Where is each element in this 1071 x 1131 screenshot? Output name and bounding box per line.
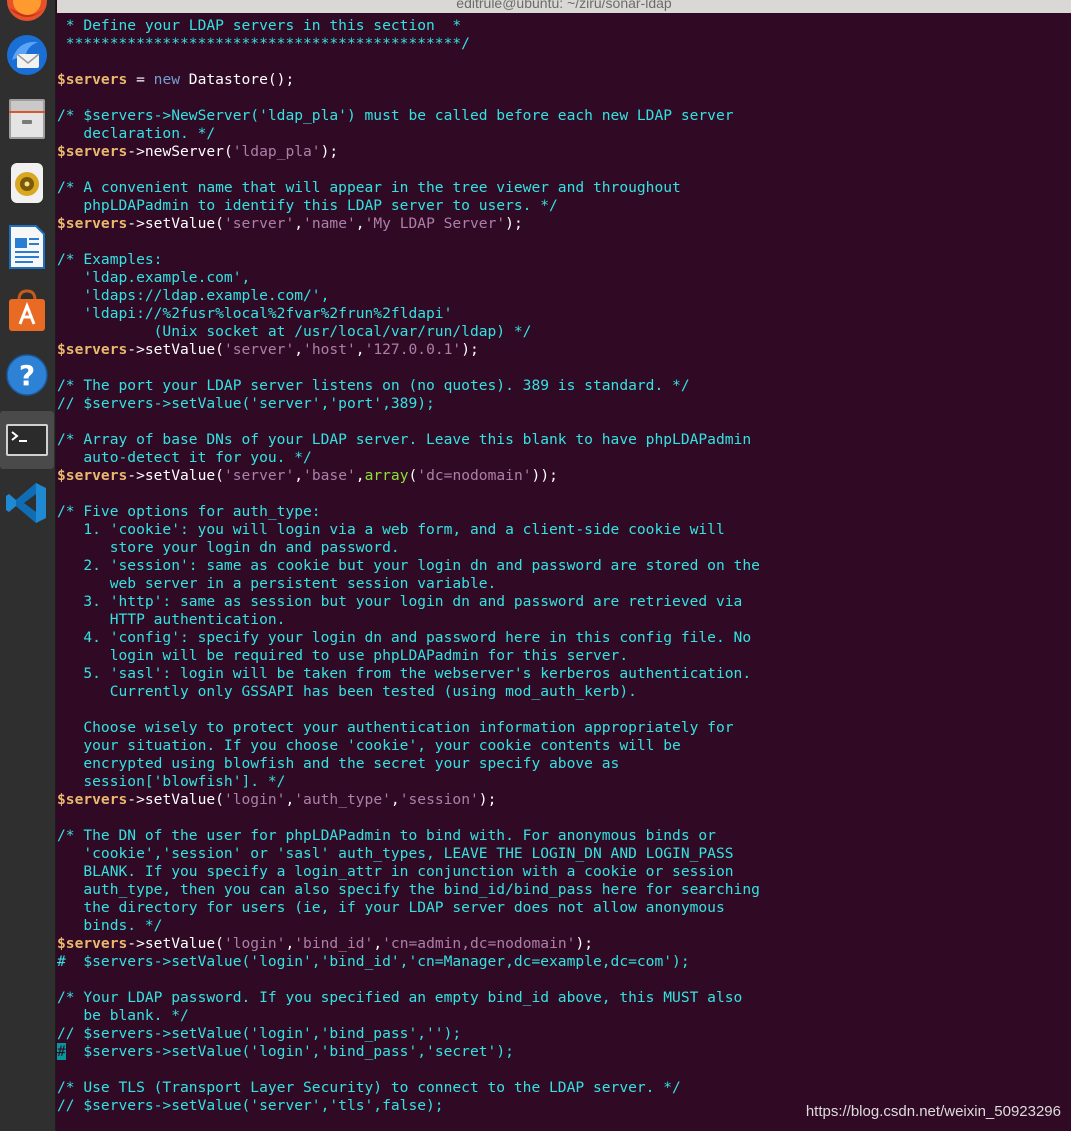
- code-line: $servers->setValue('server','name','My L…: [57, 215, 523, 232]
- code-line: /* The port your LDAP server listens on …: [57, 377, 690, 394]
- terminal-editor[interactable]: * Define your LDAP servers in this secti…: [57, 13, 1071, 1131]
- code-line: /* Five options for auth_type:: [57, 503, 321, 520]
- code-line: session['blowfish']. */: [57, 773, 286, 790]
- code-line: declaration. */: [57, 125, 216, 142]
- code-view: * Define your LDAP servers in this secti…: [57, 17, 760, 1115]
- code-line: $servers->setValue('login','auth_type','…: [57, 791, 497, 808]
- code-line: // $servers->setValue('server','tls',fal…: [57, 1097, 444, 1114]
- code-line: Choose wisely to protect your authentica…: [57, 719, 734, 736]
- code-line: /* Examples:: [57, 251, 163, 268]
- code-line: 3. 'http': same as session but your logi…: [57, 593, 743, 610]
- code-line: store your login dn and password.: [57, 539, 400, 556]
- code-line: $servers->setValue('server','base',array…: [57, 467, 558, 484]
- code-line: web server in a persistent session varia…: [57, 575, 497, 592]
- code-line: ****************************************…: [57, 35, 470, 52]
- files-icon[interactable]: [2, 94, 52, 144]
- code-line: * Define your LDAP servers in this secti…: [57, 17, 462, 34]
- code-line: /* Array of base DNs of your LDAP server…: [57, 431, 752, 448]
- text-cursor: #: [57, 1043, 66, 1060]
- code-line: 'ldaps://ldap.example.com/',: [57, 287, 330, 304]
- code-line: // $servers->setValue('server','port',38…: [57, 395, 435, 412]
- window-titlebar[interactable]: editrule@ubuntu: ~/ziru/sonar-ldap: [57, 0, 1071, 13]
- code-line: // $servers->setValue('login','bind_pass…: [57, 1025, 462, 1042]
- launcher-dock: ?: [0, 0, 56, 1131]
- code-line: 'ldapi://%2fusr%local%2fvar%2frun%2fldap…: [57, 305, 453, 322]
- code-line: (Unix socket at /usr/local/var/run/ldap)…: [57, 323, 532, 340]
- code-line: 'ldap.example.com',: [57, 269, 251, 286]
- window-title: editrule@ubuntu: ~/ziru/sonar-ldap: [456, 0, 672, 11]
- code-line: encrypted using blowfish and the secret …: [57, 755, 620, 772]
- watermark: https://blog.csdn.net/weixin_50923296: [805, 1103, 1061, 1120]
- code-line: $servers->newServer('ldap_pla');: [57, 143, 339, 160]
- code-line: be blank. */: [57, 1007, 189, 1024]
- svg-text:?: ?: [19, 359, 35, 392]
- code-line: BLANK. If you specify a login_attr in co…: [57, 863, 734, 880]
- code-line: /* Your LDAP password. If you specified …: [57, 989, 743, 1006]
- code-line: $servers->setValue('login','bind_id','cn…: [57, 935, 594, 952]
- thunderbird-icon[interactable]: [2, 30, 52, 80]
- code-line: 5. 'sasl': login will be taken from the …: [57, 665, 752, 682]
- code-line: the directory for users (ie, if your LDA…: [57, 899, 725, 916]
- code-line: 1. 'cookie': you will login via a web fo…: [57, 521, 725, 538]
- code-line: login will be required to use phpLDAPadm…: [57, 647, 629, 664]
- terminal-icon[interactable]: [0, 411, 54, 469]
- code-line: 2. 'session': same as cookie but your lo…: [57, 557, 760, 574]
- code-line: $servers->setValue('server','host','127.…: [57, 341, 479, 358]
- code-line: /* $servers->NewServer('ldap_pla') must …: [57, 107, 734, 124]
- code-line: 4. 'config': specify your login dn and p…: [57, 629, 752, 646]
- vscode-icon[interactable]: [2, 478, 52, 528]
- libreoffice-writer-icon[interactable]: [2, 222, 52, 272]
- code-line: /* The DN of the user for phpLDAPadmin t…: [57, 827, 716, 844]
- code-line: /* Use TLS (Transport Layer Security) to…: [57, 1079, 681, 1096]
- code-line: $servers = new Datastore();: [57, 71, 295, 88]
- code-line: binds. */: [57, 917, 163, 934]
- help-icon[interactable]: ?: [2, 350, 52, 400]
- code-line: your situation. If you choose 'cookie', …: [57, 737, 681, 754]
- code-line: auto-detect it for you. */: [57, 449, 312, 466]
- code-line: HTTP authentication.: [57, 611, 286, 628]
- code-line: # $servers->setValue('login','bind_pass'…: [57, 1043, 514, 1060]
- code-line: # $servers->setValue('login','bind_id','…: [57, 953, 690, 970]
- code-line: /* A convenient name that will appear in…: [57, 179, 681, 196]
- code-line: Currently only GSSAPI has been tested (u…: [57, 683, 637, 700]
- code-line: phpLDAPadmin to identify this LDAP serve…: [57, 197, 558, 214]
- software-center-icon[interactable]: [2, 286, 52, 336]
- code-line: 'cookie','session' or 'sasl' auth_types,…: [57, 845, 734, 862]
- code-line: auth_type, then you can also specify the…: [57, 881, 760, 898]
- firefox-icon[interactable]: [2, 0, 52, 26]
- rhythmbox-icon[interactable]: [2, 158, 52, 208]
